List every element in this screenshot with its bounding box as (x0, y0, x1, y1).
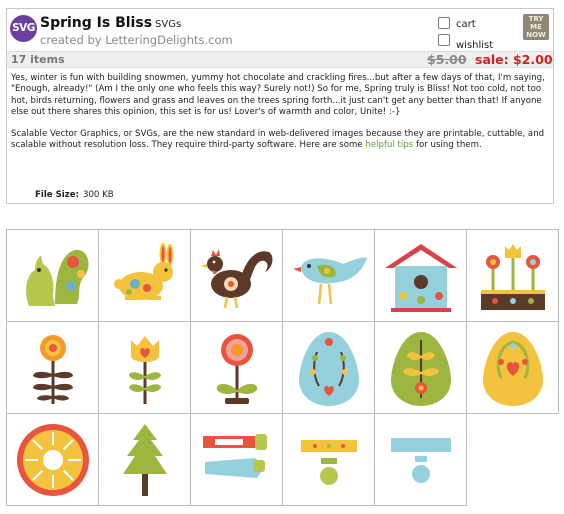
product-description: Yes, winter is fun with building snowmen… (11, 73, 549, 161)
wishlist-checkbox[interactable] (438, 34, 450, 46)
thumbnail-flower-planter[interactable] (467, 230, 559, 322)
sun-icon (16, 423, 89, 496)
egg-green-icon (390, 331, 451, 406)
birdhouse-blue-cut-pieces-icon (390, 437, 451, 483)
old-price: $5.00 (427, 52, 467, 67)
squirrel-icon (25, 249, 89, 306)
wishlist-label: wishlist (456, 40, 494, 51)
file-size: File Size: 300 KB (35, 190, 114, 200)
description-paragraph-2: Scalable Vector Graphics, or SVGs, are t… (11, 129, 549, 152)
product-title[interactable]: Spring Is Bliss SVGs (40, 15, 181, 31)
description-paragraph-1: Yes, winter is fun with building snowmen… (11, 73, 545, 118)
product-kind: SVGs (155, 19, 182, 30)
empty-grid-slot (467, 414, 559, 506)
product-header: SVG Spring Is Bliss SVGs created by Lette… (7, 9, 553, 51)
helpful-tips-link[interactable]: helpful tips (365, 140, 413, 150)
description-text-after-link: for using them. (413, 140, 482, 151)
thumbnail-sun[interactable] (7, 414, 99, 506)
flower-orange-icon (32, 334, 73, 404)
file-size-value: 300 KB (82, 190, 114, 200)
thumbnail-squirrel[interactable] (7, 230, 99, 322)
cart-label: cart (456, 19, 476, 30)
bird-icon (292, 256, 367, 304)
price-bar: 17 items $5.00 sale: $2.00 (7, 51, 553, 68)
egg-blue-icon (298, 331, 359, 406)
flower-planter-icon (480, 243, 545, 310)
creator-credit: created by LetteringDelights.com (40, 33, 233, 47)
thumbnail-birdhouse-blue-cut-pieces[interactable] (375, 414, 467, 506)
thumbnail-tree[interactable] (99, 414, 191, 506)
tree-icon (122, 423, 167, 496)
product-card: SVG Spring Is Bliss SVGs created by Lette… (6, 8, 554, 204)
flower-tulip-icon (128, 335, 161, 404)
thumbnail-egg-yellow[interactable] (467, 322, 559, 414)
try-line-2: ME (530, 23, 542, 31)
try-line-1: TRY (528, 15, 544, 23)
birdhouse-yellow-cut-pieces-icon (300, 439, 357, 485)
egg-yellow-icon (482, 331, 543, 406)
thumbnail-rooster[interactable] (191, 230, 283, 322)
thumbnail-flower-tulip[interactable] (99, 322, 191, 414)
thumbnail-grid (6, 229, 559, 506)
thumbnail-flower-orange[interactable] (7, 322, 99, 414)
rooster-icon (200, 248, 272, 308)
thumbnail-birdhouse-yellow-cut-pieces[interactable] (283, 414, 375, 506)
thumbnail-egg-green[interactable] (375, 322, 467, 414)
thumbnail-bunny[interactable] (99, 230, 191, 322)
try-me-now-button[interactable]: TRY ME NOW (523, 14, 549, 40)
birdhouse-icon (384, 243, 457, 312)
birdhouse-cut-pieces-icon (202, 433, 267, 478)
thumbnail-birdhouse-cut-pieces[interactable] (191, 414, 283, 506)
try-line-3: NOW (526, 31, 546, 39)
thumbnail-flower-pink[interactable] (191, 322, 283, 414)
thumbnail-birdhouse[interactable] (375, 230, 467, 322)
sale-price: sale: $2.00 (475, 52, 553, 67)
items-count: 17 items (11, 53, 65, 66)
flower-pink-icon (216, 333, 257, 404)
thumbnail-egg-blue[interactable] (283, 322, 375, 414)
product-title-text[interactable]: Spring Is Bliss (40, 15, 152, 31)
thumbnail-bird[interactable] (283, 230, 375, 322)
cart-checkbox[interactable] (438, 17, 450, 29)
bunny-icon (113, 242, 173, 300)
svg-badge-icon: SVG (10, 15, 37, 42)
file-size-label: File Size: (35, 190, 79, 200)
